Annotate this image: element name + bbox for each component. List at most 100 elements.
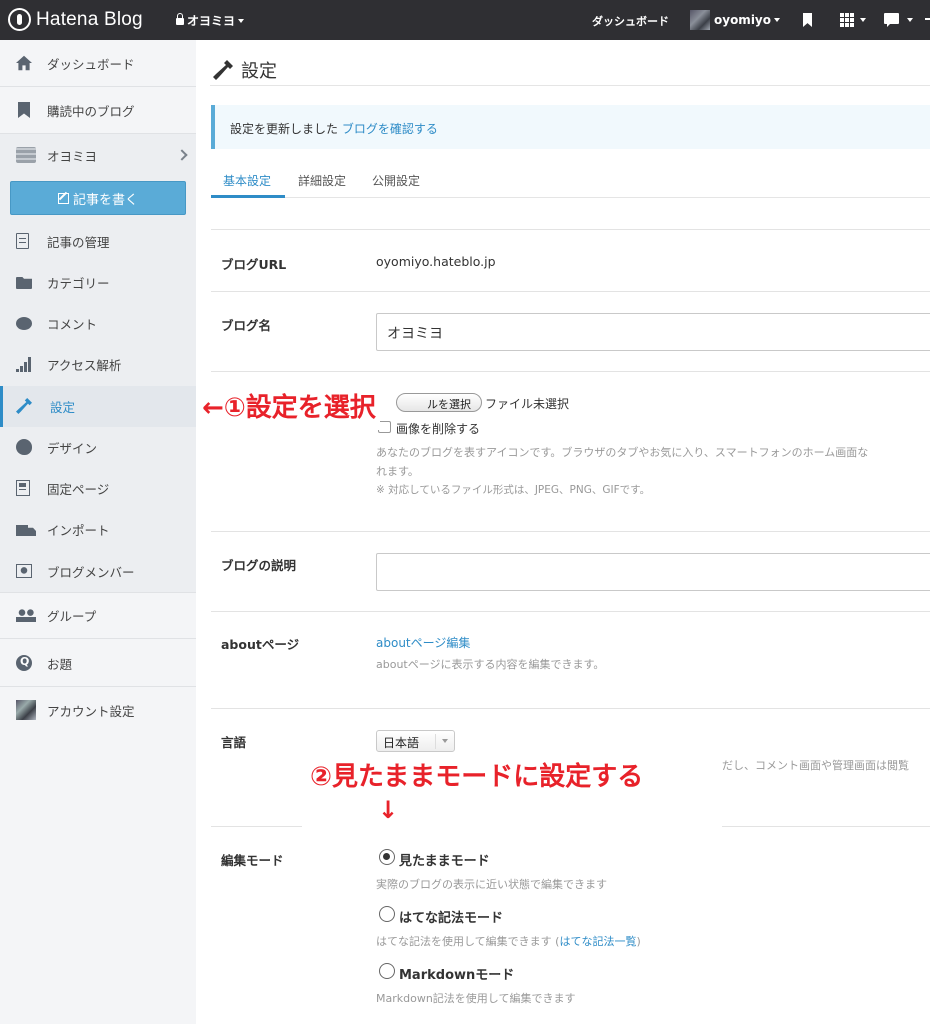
comment-icon bbox=[16, 316, 32, 330]
notification-comment-icon[interactable] bbox=[884, 13, 899, 27]
hatena-mode-help-text: はてな記法を使用して編集できます ( bbox=[376, 935, 560, 948]
hatena-mode-help: はてな記法を使用して編集できます (はてな記法一覧) bbox=[376, 932, 641, 951]
document-icon bbox=[16, 233, 29, 249]
avatar bbox=[690, 10, 710, 30]
blog-description-input[interactable] bbox=[376, 553, 930, 591]
chevron-down-icon bbox=[442, 739, 448, 743]
divider bbox=[211, 611, 930, 612]
hatena-logo-icon bbox=[8, 8, 31, 31]
home-icon bbox=[16, 55, 32, 71]
tab-basic[interactable]: 基本設定 bbox=[223, 172, 271, 189]
sidebar-item-account[interactable]: アカウント設定 bbox=[0, 698, 196, 722]
annotation-step1: ←①設定を選択 bbox=[198, 386, 380, 430]
app-grid-icon[interactable] bbox=[840, 13, 854, 27]
page-title: 設定 bbox=[213, 57, 277, 83]
bar-chart-icon bbox=[16, 356, 34, 372]
sidebar-item-subscriptions[interactable]: 購読中のブログ bbox=[0, 99, 196, 121]
lock-icon bbox=[176, 13, 184, 25]
sidebar-item-design[interactable]: デザイン bbox=[0, 436, 196, 458]
choose-file-button[interactable]: ルを選択 bbox=[396, 393, 482, 412]
bookmark-icon[interactable] bbox=[803, 13, 812, 27]
notice-text: 設定を更新しました bbox=[230, 122, 339, 136]
top-bar: Hatena Blog オヨミヨ ダッシュボード oyomiyo bbox=[0, 0, 930, 40]
radio-hatena-mode[interactable] bbox=[379, 906, 395, 922]
blog-name-label: ブログ名 bbox=[221, 318, 272, 333]
hatena-notation-list-link[interactable]: はてな記法一覧 bbox=[559, 935, 636, 948]
view-blog-link[interactable]: ブログを確認する bbox=[342, 122, 438, 136]
divider bbox=[211, 229, 930, 230]
divider bbox=[211, 291, 930, 292]
radio-markdown-mode[interactable] bbox=[379, 963, 395, 979]
radio-wysiwyg-mode[interactable] bbox=[379, 849, 395, 865]
chevron-right-icon bbox=[176, 149, 188, 161]
tab-advanced[interactable]: 詳細設定 bbox=[298, 172, 346, 189]
sidebar-item-analytics[interactable]: アクセス解析 bbox=[0, 353, 196, 375]
sidebar-item-label: オヨミヨ bbox=[47, 148, 98, 164]
write-article-label: 記事を書く bbox=[72, 192, 138, 208]
folder-icon bbox=[16, 277, 32, 289]
member-icon bbox=[16, 564, 32, 578]
active-tab-indicator bbox=[211, 195, 285, 198]
page-icon bbox=[16, 480, 30, 496]
icon-help-formats: ※ 対応しているファイル形式は、JPEG、PNG、GIFです。 bbox=[376, 484, 651, 496]
sidebar-item-label: アカウント設定 bbox=[47, 703, 135, 719]
sidebar-item-settings[interactable]: 設定 bbox=[0, 386, 196, 427]
sidebar-item-comments[interactable]: コメント bbox=[0, 312, 196, 334]
divider bbox=[0, 686, 196, 687]
caret-down-icon bbox=[860, 18, 866, 22]
markdown-mode-help: Markdown記法を使用して編集できます bbox=[376, 992, 576, 1005]
logo-text: Hatena Blog bbox=[36, 8, 143, 30]
icon-help-line: あなたのブログを表すアイコンです。ブラウザのタブやお気に入り、スマートフォンのホ… bbox=[376, 446, 869, 459]
wrench-icon bbox=[213, 60, 233, 80]
icon-help-line: れます。 bbox=[376, 465, 419, 478]
delete-image-checkbox[interactable] bbox=[378, 421, 391, 433]
about-page-label: aboutページ bbox=[221, 637, 300, 652]
divider bbox=[0, 133, 196, 134]
sidebar-item-categories[interactable]: カテゴリー bbox=[0, 271, 196, 293]
blog-icon bbox=[16, 147, 36, 163]
settings-tabs: 基本設定 詳細設定 公開設定 bbox=[211, 162, 930, 198]
sidebar-item-articles[interactable]: 記事の管理 bbox=[0, 230, 196, 252]
sidebar-item-label: コメント bbox=[47, 316, 98, 332]
sidebar-item-label: ブログメンバー bbox=[47, 564, 135, 580]
more-icon[interactable] bbox=[925, 18, 930, 20]
user-menu[interactable]: oyomiyo bbox=[690, 10, 780, 30]
blog-description-label: ブログの説明 bbox=[221, 558, 297, 573]
hatena-blog-logo[interactable]: Hatena Blog bbox=[8, 8, 143, 31]
sidebar-item-static-pages[interactable]: 固定ページ bbox=[0, 477, 196, 499]
top-dashboard-link[interactable]: ダッシュボード bbox=[592, 13, 669, 29]
language-help: だし、コメント画面や管理画面は閲覧 bbox=[722, 759, 909, 772]
sidebar-item-label: アクセス解析 bbox=[47, 357, 122, 373]
sidebar-item-odai[interactable]: お題 bbox=[0, 652, 196, 674]
about-page-edit-link[interactable]: aboutページ編集 bbox=[376, 634, 470, 651]
annotation-step2-text: ②見たままモードに設定する bbox=[310, 762, 644, 792]
divider bbox=[211, 371, 930, 372]
blog-url-value: oyomiyo.hateblo.jp bbox=[376, 254, 496, 269]
about-page-help: aboutページに表示する内容を編集できます。 bbox=[376, 658, 605, 671]
divider bbox=[0, 592, 196, 593]
sidebar-item-label: お題 bbox=[47, 656, 73, 672]
update-notice: 設定を更新しました ブログを確認する bbox=[211, 105, 930, 149]
language-select-value: 日本語 bbox=[383, 736, 420, 750]
divider bbox=[0, 638, 196, 639]
tab-publish[interactable]: 公開設定 bbox=[372, 172, 420, 189]
blog-switcher[interactable]: オヨミヨ bbox=[176, 12, 245, 29]
blog-switcher-label: オヨミヨ bbox=[187, 14, 236, 28]
sidebar-item-label: 固定ページ bbox=[47, 481, 110, 497]
sidebar-item-dashboard[interactable]: ダッシュボード bbox=[0, 52, 196, 74]
language-select[interactable]: 日本語 bbox=[376, 730, 455, 752]
write-article-button[interactable]: 記事を書く bbox=[10, 181, 186, 215]
sidebar-item-blog[interactable]: オヨミヨ bbox=[0, 144, 196, 166]
sidebar-item-import[interactable]: インポート bbox=[0, 518, 196, 540]
arrow-down-icon: ↓ bbox=[378, 796, 399, 824]
sidebar-item-groups[interactable]: グループ bbox=[0, 604, 196, 626]
hatena-mode-label: はてな記法モード bbox=[399, 911, 504, 926]
sidebar-item-label: インポート bbox=[47, 522, 110, 538]
divider bbox=[211, 531, 930, 532]
sidebar-item-label: グループ bbox=[47, 608, 97, 624]
sidebar-item-members[interactable]: ブログメンバー bbox=[0, 560, 196, 582]
sidebar-item-label: デザイン bbox=[47, 440, 98, 456]
wysiwyg-mode-help: 実際のブログの表示に近い状態で編集できます bbox=[376, 878, 607, 891]
blog-name-input[interactable]: オヨミヨ bbox=[376, 313, 930, 351]
page-title-text: 設定 bbox=[241, 61, 277, 82]
